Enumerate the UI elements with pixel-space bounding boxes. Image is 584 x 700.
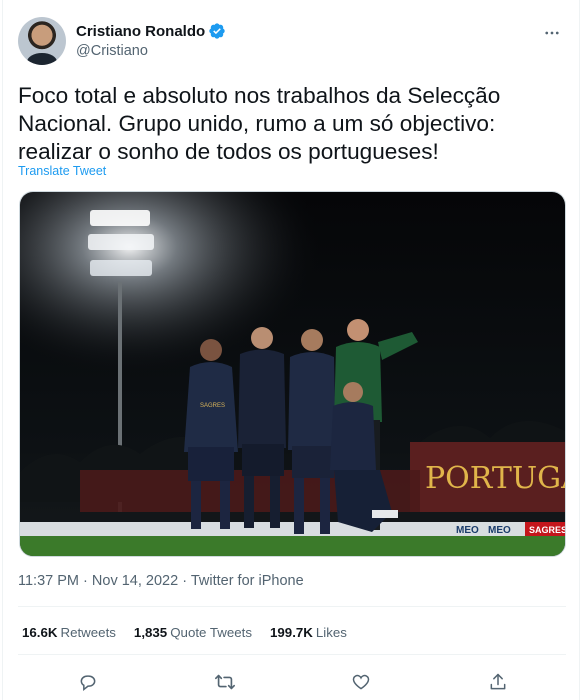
like-button[interactable] — [344, 667, 378, 697]
tweet-source[interactable]: Twitter for iPhone — [191, 573, 304, 589]
divider — [18, 654, 566, 655]
tweet-actions — [0, 667, 584, 697]
verified-badge-icon — [209, 23, 225, 39]
jersey-sponsor: SAGRES — [200, 403, 225, 409]
like-icon — [352, 674, 370, 690]
banner-text: PORTUGAL — [425, 461, 566, 496]
divider — [18, 606, 566, 607]
author-handle[interactable]: @Cristiano — [76, 43, 226, 59]
translate-tweet-link[interactable]: Translate Tweet — [18, 164, 106, 178]
avatar[interactable] — [18, 17, 66, 65]
more-icon — [545, 31, 559, 35]
board-meo-2: MEO — [488, 525, 511, 536]
share-button[interactable] — [481, 667, 515, 697]
tweet-date[interactable]: Nov 14, 2022 — [92, 573, 178, 589]
meta-separator: · — [83, 573, 88, 589]
tweet-meta: 11:37 PM · Nov 14, 2022 · Twitter for iP… — [18, 573, 304, 589]
board-sagres: SAGRES — [529, 525, 566, 535]
tweet-header: Cristiano Ronaldo @Cristiano — [18, 17, 568, 65]
quote-tweets-stat[interactable]: 1,835 Quote Tweets — [134, 625, 252, 640]
meta-separator-2: · — [182, 573, 188, 589]
more-button[interactable] — [540, 21, 564, 45]
tweet-time[interactable]: 11:37 PM — [18, 573, 79, 589]
retweet-button[interactable] — [208, 667, 242, 697]
share-icon — [490, 673, 506, 690]
tweet-stats: 16.6K Retweets 1,835 Quote Tweets 199.7K Li… — [22, 625, 365, 640]
author-block[interactable]: Cristiano Ronaldo @Cristiano — [76, 21, 226, 59]
reply-button[interactable] — [71, 667, 105, 697]
tweet-photo[interactable]: PORTUGAL MEO MEO SAGRES SAGRES — [19, 191, 566, 557]
team-photo: PORTUGAL MEO MEO SAGRES SAGRES — [20, 192, 566, 556]
retweets-stat[interactable]: 16.6K Retweets — [22, 625, 116, 640]
author-name[interactable]: Cristiano Ronaldo — [76, 23, 205, 40]
likes-stat[interactable]: 199.7K Likes — [270, 625, 347, 640]
board-meo-1: MEO — [456, 525, 479, 536]
retweet-icon — [215, 674, 235, 690]
reply-icon — [80, 675, 96, 692]
tweet-text: Foco total e absoluto nos trabalhos da S… — [18, 83, 501, 164]
